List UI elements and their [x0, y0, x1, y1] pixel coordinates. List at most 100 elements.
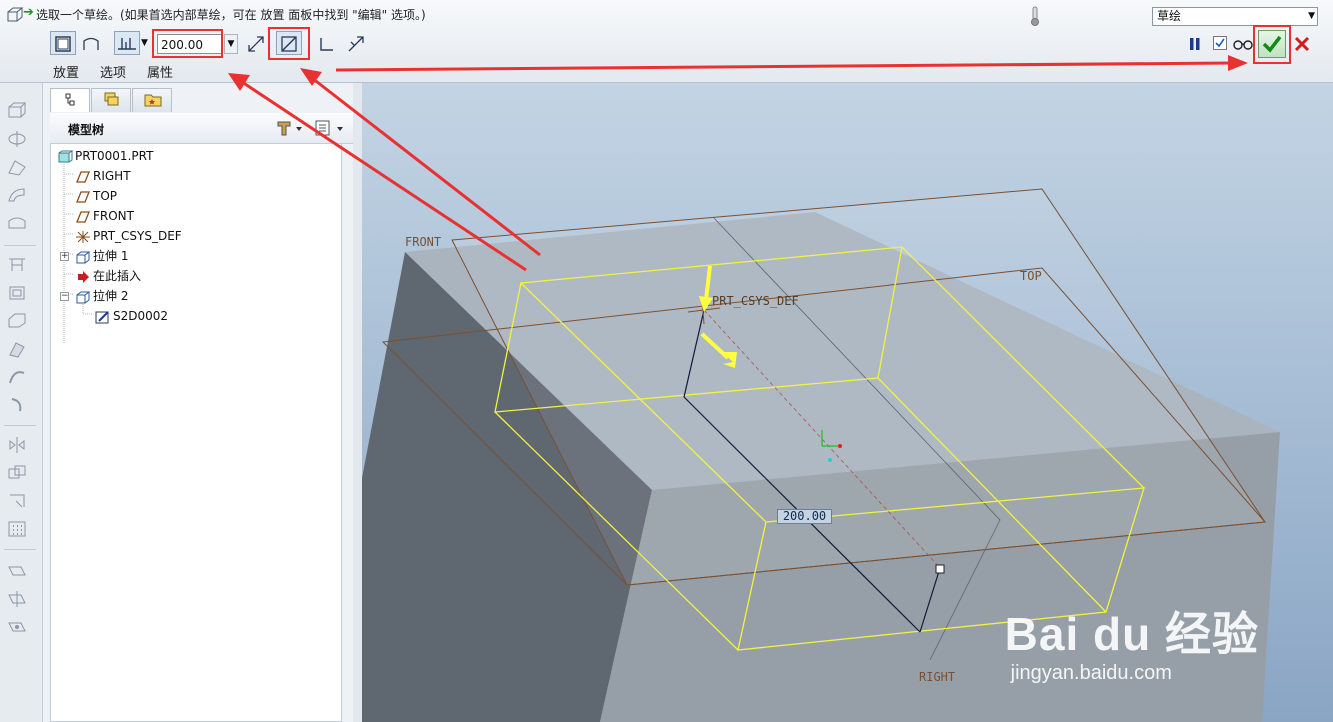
flip-material-side-button[interactable] — [343, 31, 369, 55]
extrude-dashboard: ➔ 选取一个草绘。(如果首选内部草绘，可在 放置 面板中找到 "编辑" 选项。)… — [0, 0, 1333, 83]
tab-folder-browser[interactable] — [132, 88, 172, 112]
offset-tool-icon[interactable] — [6, 395, 28, 415]
pause-icon — [1190, 38, 1200, 50]
extrude-surface-button[interactable] — [78, 31, 104, 55]
chevron-down-icon: ▼ — [1308, 11, 1315, 21]
model-tree-icon — [65, 93, 75, 106]
chamfer-tool-icon[interactable] — [6, 339, 28, 359]
draft-tool-icon[interactable] — [6, 283, 28, 303]
blind-depth-icon — [118, 38, 136, 50]
datum-plane-icon — [75, 190, 91, 204]
tree-node-extrude-1[interactable]: 拉伸 1 — [75, 247, 128, 265]
message-prompt: 选取一个草绘。(如果首选内部草绘，可在 放置 面板中找到 "编辑" 选项。) — [36, 8, 426, 22]
tree-node-part[interactable]: PRT0001.PRT — [57, 147, 153, 165]
toolbar-divider — [4, 425, 36, 426]
datum-plane-tool-icon[interactable] — [6, 561, 28, 581]
extrude-icon — [75, 250, 91, 264]
datum-point-tool-icon[interactable] — [6, 617, 28, 637]
cancel-button[interactable] — [1294, 36, 1310, 55]
tree-node-csys[interactable]: PRT_CSYS_DEF — [75, 227, 182, 245]
depth-option-button[interactable] — [114, 31, 140, 55]
shell-tool-icon[interactable] — [6, 213, 28, 233]
close-icon — [1294, 36, 1310, 52]
tree-node-sketch[interactable]: S2D0002 — [95, 307, 168, 325]
depth-dimension-label[interactable]: 200.00 — [777, 509, 832, 524]
remove-material-annotation-box — [268, 27, 310, 60]
model-tree: PRT0001.PRT RIGHT TOP FRONT PRT_CSYS_DEF… — [50, 143, 342, 722]
mode-select-value: 草绘 — [1157, 9, 1182, 23]
panel-splitter[interactable] — [353, 83, 362, 722]
solid-icon — [55, 36, 71, 52]
expand-extrude1-toggle[interactable]: + — [60, 252, 69, 261]
datum-axis-tool-icon[interactable] — [6, 589, 28, 609]
thicken-sketch-button[interactable] — [314, 31, 340, 55]
prompt-arrow-icon: ➔ — [23, 5, 34, 20]
flip-direction-button[interactable] — [243, 31, 269, 55]
tab-placement[interactable]: 放置 — [53, 62, 79, 81]
mode-select[interactable]: 草绘 ▼ — [1152, 7, 1318, 26]
navigator-panel: 模型树 PRT0001.PRT RIGHT TOP FRONT PRT_CSYS… — [43, 83, 361, 722]
glasses-icon — [1233, 40, 1253, 50]
layers-icon — [104, 92, 119, 106]
tree-node-top[interactable]: TOP — [75, 187, 117, 205]
insert-here-icon — [75, 270, 91, 284]
watermark-sub: jingyan.baidu.com — [1010, 662, 1172, 684]
checkmark-icon — [1215, 38, 1225, 48]
flip-side-icon — [348, 36, 364, 52]
tab-options[interactable]: 选项 — [100, 62, 126, 81]
verify-preview-button[interactable] — [1233, 37, 1253, 54]
tree-node-label: 拉伸 2 — [93, 289, 129, 303]
pattern-tool-icon[interactable] — [6, 519, 28, 539]
datum-plane-icon — [75, 210, 91, 224]
datum-plane-icon — [75, 170, 91, 184]
baidu-watermark: Bai du 经验 jingyan.baidu.com — [1005, 598, 1259, 685]
tree-node-label: PRT_CSYS_DEF — [93, 229, 182, 243]
extrude-icon — [75, 290, 91, 304]
tree-settings-button[interactable] — [275, 119, 303, 140]
tree-node-extrude-2[interactable]: 拉伸 2 — [75, 287, 128, 305]
pause-button[interactable] — [1188, 37, 1202, 54]
tree-node-label: PRT0001.PRT — [75, 149, 154, 163]
toolbar-divider — [4, 245, 36, 246]
tree-node-label: RIGHT — [93, 169, 131, 183]
hole-tool-icon[interactable] — [6, 101, 28, 121]
round-tool-icon[interactable] — [6, 311, 28, 331]
preview-checkbox[interactable] — [1213, 36, 1227, 50]
tree-node-insert-here[interactable]: 在此插入 — [75, 267, 141, 285]
tab-layers[interactable] — [91, 88, 131, 112]
model-tree-header: 模型树 — [50, 113, 353, 144]
pattern-curve-icon[interactable] — [6, 367, 28, 387]
sweep-tool-icon[interactable] — [6, 157, 28, 177]
csys-icon — [75, 230, 91, 244]
tree-node-front[interactable]: FRONT — [75, 207, 134, 225]
depth-annotation-box — [152, 29, 223, 58]
thicken-icon — [320, 38, 333, 51]
rib-tool-icon[interactable] — [6, 255, 28, 275]
flip-direction-icon — [248, 36, 264, 52]
depth-value-dropdown[interactable]: ▼ — [224, 34, 238, 54]
revolve-tool-icon[interactable] — [6, 129, 28, 149]
extrude-solid-button[interactable] — [50, 31, 76, 55]
tab-model-tree[interactable] — [50, 88, 90, 112]
trim-tool-icon[interactable] — [6, 491, 28, 511]
tree-node-label: S2D0002 — [113, 309, 169, 323]
folder-icon — [144, 94, 162, 107]
mirror-tool-icon[interactable] — [6, 435, 28, 455]
depth-option-dropdown-icon[interactable]: ▼ — [141, 38, 148, 48]
thermometer-icon — [1028, 5, 1042, 27]
tree-node-right[interactable]: RIGHT — [75, 167, 131, 185]
tab-properties[interactable]: 属性 — [147, 62, 173, 81]
blend-tool-icon[interactable] — [6, 185, 28, 205]
merge-tool-icon[interactable] — [6, 463, 28, 483]
feature-toolbar — [0, 83, 43, 722]
sketch-icon — [95, 310, 111, 324]
tree-node-label: 拉伸 1 — [93, 249, 129, 263]
list-settings-icon — [315, 120, 343, 136]
collapse-extrude2-toggle[interactable]: − — [60, 292, 69, 301]
tree-node-label: 在此插入 — [93, 269, 142, 283]
model-tree-title: 模型树 — [68, 123, 105, 137]
tree-show-button[interactable] — [313, 119, 345, 140]
apply-annotation-box — [1253, 25, 1291, 64]
hammer-icon — [277, 121, 302, 136]
toolbar-divider — [4, 549, 36, 550]
